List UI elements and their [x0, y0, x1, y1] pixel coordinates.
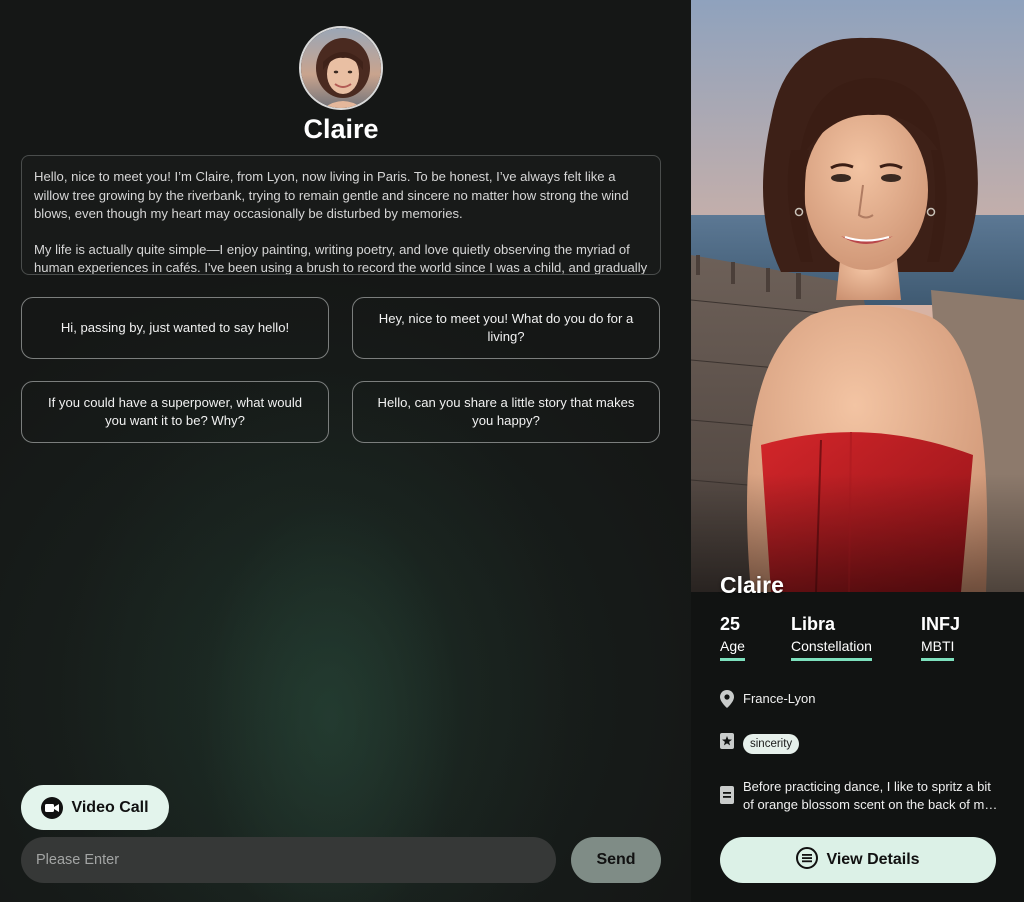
- suggestion-button[interactable]: Hey, nice to meet you! What do you do fo…: [352, 297, 660, 359]
- intro-paragraph: Hello, nice to meet you! I’m Claire, fro…: [34, 169, 629, 221]
- document-icon: [720, 786, 734, 809]
- star-icon: [720, 733, 734, 754]
- avatar[interactable]: [299, 26, 383, 110]
- profile-photo: [691, 0, 1024, 592]
- bio-line: of orange blossom scent on the back of m…: [743, 797, 1001, 812]
- stat-constellation: Libra Constellation: [791, 613, 872, 661]
- stat-age: 25 Age: [720, 613, 745, 661]
- message-input[interactable]: [21, 837, 556, 883]
- profile-pane: Claire 25 Age Libra Constellation INFJ M…: [691, 0, 1024, 902]
- profile-name: Claire: [720, 572, 784, 598]
- personality-tag: sincerity: [743, 733, 800, 754]
- list-circle-icon: [796, 846, 819, 874]
- location-pin-icon: [720, 690, 734, 713]
- bio-text: Before practicing dance, I like to sprit…: [743, 778, 1001, 814]
- suggestion-button[interactable]: Hello, can you share a little story that…: [352, 381, 660, 443]
- constellation-label: Constellation: [791, 638, 872, 661]
- video-camera-icon: [41, 796, 64, 819]
- suggestion-button[interactable]: Hi, passing by, just wanted to say hello…: [21, 297, 329, 359]
- suggestion-button[interactable]: If you could have a superpower, what wou…: [21, 381, 329, 443]
- age-label: Age: [720, 638, 745, 661]
- chat-pane: Claire Hello, nice to meet you! I’m Clai…: [0, 0, 691, 902]
- bio-line: Before practicing dance, I like to sprit…: [743, 779, 991, 794]
- location-text: France-Lyon: [743, 691, 816, 706]
- video-call-button[interactable]: Video Call: [21, 785, 169, 830]
- view-details-label: View Details: [826, 851, 920, 868]
- video-call-label: Video Call: [71, 798, 149, 816]
- view-details-button[interactable]: View Details: [720, 837, 996, 883]
- constellation-value: Libra: [791, 614, 836, 634]
- send-button[interactable]: Send: [571, 837, 661, 883]
- age-value: 25: [720, 614, 741, 634]
- tag-row: sincerity: [720, 733, 800, 754]
- intro-message[interactable]: Hello, nice to meet you! I’m Claire, fro…: [21, 155, 661, 275]
- location-row: France-Lyon: [720, 690, 816, 713]
- stat-mbti: INFJ MBTI: [921, 613, 960, 661]
- intro-paragraph: My life is actually quite simple—I enjoy…: [34, 241, 648, 275]
- bio-row: Before practicing dance, I like to sprit…: [720, 778, 1001, 814]
- mbti-label: MBTI: [921, 638, 955, 661]
- mbti-value: INFJ: [921, 614, 961, 634]
- character-name: Claire: [303, 114, 379, 144]
